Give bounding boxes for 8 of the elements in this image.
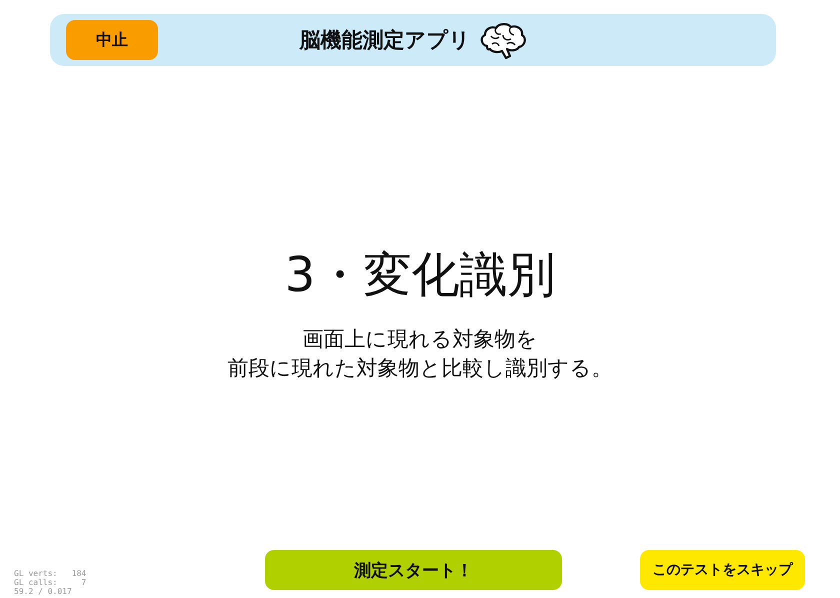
- abort-button[interactable]: 中止: [66, 20, 158, 60]
- test-heading: 3・変化識別: [284, 246, 556, 305]
- test-description: 画面上に現れる対象物を 前段に現れた対象物と比較し識別する。: [228, 326, 612, 382]
- app-title: 脳機能測定アプリ: [300, 27, 470, 54]
- brain-icon: [478, 20, 526, 60]
- start-button[interactable]: 測定スタート！: [265, 550, 562, 590]
- debug-stats: GL verts: 184 GL calls: 7 59.2 / 0.017: [13, 569, 88, 596]
- skip-button[interactable]: このテストをスキップ: [640, 550, 805, 590]
